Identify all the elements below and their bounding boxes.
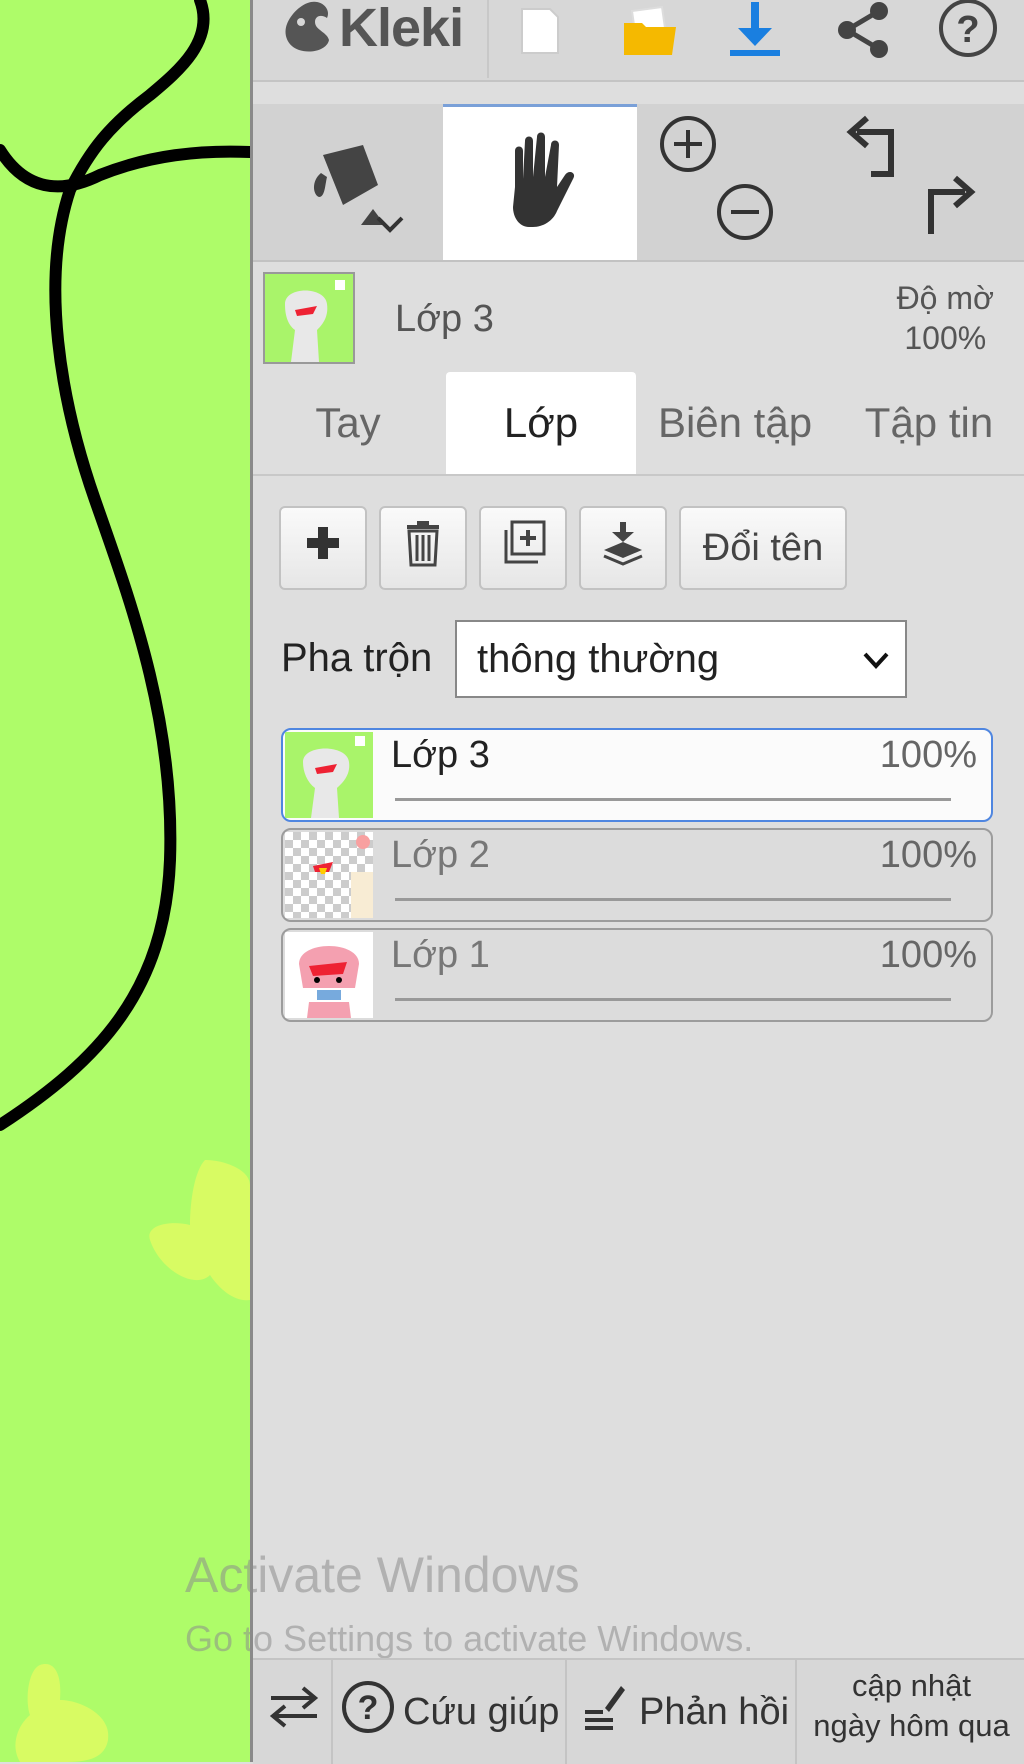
bottom-separator [795,1660,797,1764]
chevron-down-icon[interactable] [375,214,405,239]
trash-icon [403,519,443,577]
zoom-controls [643,104,783,260]
current-layer-name: Lớp 3 [395,298,494,340]
kleki-logo-icon [281,0,333,59]
duplicate-layer-button[interactable] [479,506,567,590]
windows-watermark-title: Activate Windows [185,1547,580,1603]
toolbar-separator [487,0,489,78]
kleki-logo[interactable]: Kleki [281,0,464,58]
fill-tool-button[interactable] [253,104,443,260]
layer-item[interactable]: Lớp 1 100% [281,928,993,1022]
merge-down-icon [600,520,646,576]
opacity-slider-track[interactable] [395,998,951,1001]
feedback-button[interactable]: Phản hồi [583,1660,797,1764]
layer-opacity-text: 100% [879,734,977,776]
top-toolbar: Kleki ? [253,0,1024,82]
tab-hand[interactable]: Tay [253,372,443,474]
layer-opacity-text: 100% [879,934,977,976]
help-label: Cứu giúp [403,1690,560,1733]
layer-item[interactable]: Lớp 2 100% [281,828,993,922]
download-icon[interactable] [720,0,790,60]
layer-thumbnail [285,732,373,818]
layer-name: Lớp 1 [391,934,490,976]
current-layer-thumbnail [263,272,355,364]
layer-opacity-text: 100% [879,834,977,876]
opacity-slider-track[interactable] [395,898,951,901]
layer-thumbnail [285,832,373,918]
open-folder-icon[interactable] [615,0,685,60]
update-line-2: ngày hôm qua [813,1708,1010,1743]
windows-watermark-subtitle: Go to Settings to activate Windows. [185,1618,754,1659]
delete-layer-button[interactable] [379,506,467,590]
new-document-icon[interactable] [505,0,575,60]
layer-item[interactable]: Lớp 3 100% [281,728,993,822]
layer-name: Lớp 3 [391,734,490,776]
bottom-separator [331,1660,333,1764]
panel-tabs: Tay Lớp Biên tập Tập tin [253,372,1024,476]
tab-edit[interactable]: Biên tập [636,372,834,474]
feedback-label: Phản hồi [639,1690,790,1733]
update-notice[interactable]: cập nhật ngày hôm qua [799,1666,1024,1746]
chevron-down-icon [861,640,891,685]
svg-text:?: ? [956,9,979,51]
tab-layers[interactable]: Lớp [446,372,636,474]
update-line-1: cập nhật [852,1668,971,1703]
help-button[interactable]: ? Cứu giúp [339,1660,563,1764]
blend-mode-select[interactable]: thông thường [455,620,907,698]
layer-thumbnail [285,932,373,1018]
pen-lines-icon [583,1682,627,1742]
tab-file[interactable]: Tập tin [834,372,1024,474]
duplicate-icon [500,520,546,576]
tool-row [253,104,1024,262]
zoom-out-icon[interactable] [715,182,775,247]
history-controls [843,104,1024,260]
opacity-slider-track[interactable] [395,798,951,801]
merge-layer-button[interactable] [579,506,667,590]
undo-icon[interactable] [843,114,903,189]
hand-tool-button[interactable] [443,104,637,260]
redo-icon[interactable] [919,174,979,249]
help-icon: ? [339,1678,397,1746]
blend-mode-value: thông thường [477,636,720,681]
side-panel: Kleki ? Lớp 3 Độ mờ 100% Tay Lớp Biên tậ… [253,0,1024,1762]
drawing-canvas[interactable] [0,0,250,1762]
plus-icon [303,523,343,573]
layer-name: Lớp 2 [391,834,490,876]
bottom-bar: ? Cứu giúp Phản hồi cập nhật ngày hôm qu… [253,1658,1024,1764]
blend-mode-label: Pha trộn [281,636,433,680]
zoom-in-icon[interactable] [658,114,718,179]
bottom-separator [565,1660,567,1764]
swap-arrows-icon [267,1682,321,1742]
opacity-label: Độ mờ [896,280,994,316]
opacity-value: 100% [904,320,987,356]
svg-text:?: ? [358,1689,379,1727]
layer-opacity: Độ mờ 100% [897,278,994,358]
hand-icon [495,131,585,236]
rename-layer-button[interactable]: Đổi tên [679,506,847,590]
swap-side-button[interactable] [261,1660,327,1764]
add-layer-button[interactable] [279,506,367,590]
help-icon[interactable]: ? [933,0,1003,60]
app-title: Kleki [339,0,464,58]
share-icon[interactable] [828,0,898,60]
